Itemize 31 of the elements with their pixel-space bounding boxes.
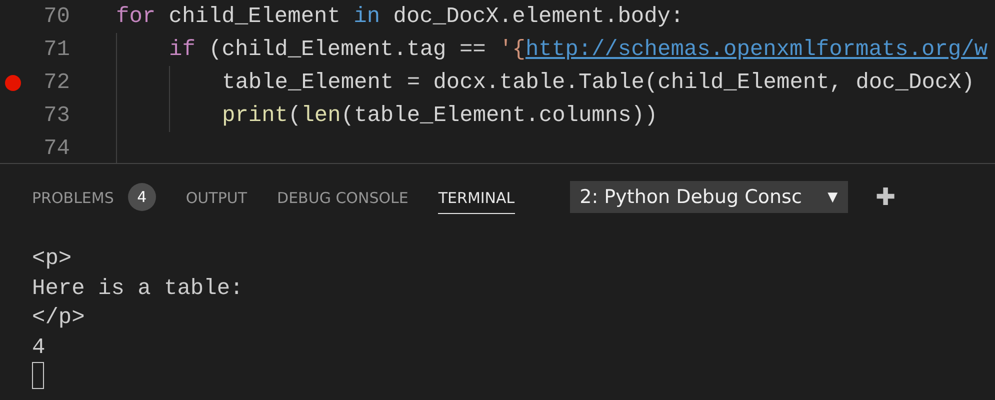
breakpoint-icon[interactable] [5, 74, 21, 90]
line-number: 70 [42, 4, 70, 29]
terminal-dropdown[interactable]: 2: Python Debug Consc ▼ [570, 181, 848, 213]
code-token: if [169, 37, 196, 62]
code-token: (child_Element.tag == [208, 37, 487, 62]
terminal-cursor [32, 362, 44, 389]
terminal-output-line: 4 [32, 334, 46, 362]
code-token: doc_DocX.element.body: [392, 4, 684, 29]
code-token: in [354, 4, 380, 29]
panel-tab[interactable]: TERMINAL [438, 180, 515, 214]
terminal-output-line: </p> [32, 304, 86, 332]
code-token: for [116, 4, 156, 29]
code-token: child_Element [168, 4, 342, 29]
line-number: 72 [42, 70, 70, 95]
terminal-output-line: <p> [32, 245, 73, 273]
add-terminal-button[interactable]: ✚ [876, 182, 896, 212]
terminal-output-line: Here is a table: [32, 274, 244, 302]
line-number: 71 [42, 37, 70, 62]
code-token: '{ [499, 37, 526, 62]
code-token: table_Element = docx.table.Table(child_Element, doc_DocX) [222, 70, 975, 95]
code-link[interactable]: http://schemas.openxmlformats.org/w [525, 37, 988, 62]
panel-tab[interactable]: OUTPUT [186, 180, 248, 214]
line-number: 73 [42, 103, 70, 128]
code-token: len [301, 103, 341, 128]
code-token: ( [288, 103, 302, 128]
code-token: (table_Element.columns)) [340, 103, 658, 128]
code-token: print [222, 103, 288, 128]
panel-tab[interactable]: DEBUG CONSOLE [277, 180, 408, 214]
panel-tab[interactable]: PROBLEMS [32, 180, 114, 214]
count-badge: 4 [128, 183, 156, 211]
line-number: 74 [42, 136, 70, 161]
